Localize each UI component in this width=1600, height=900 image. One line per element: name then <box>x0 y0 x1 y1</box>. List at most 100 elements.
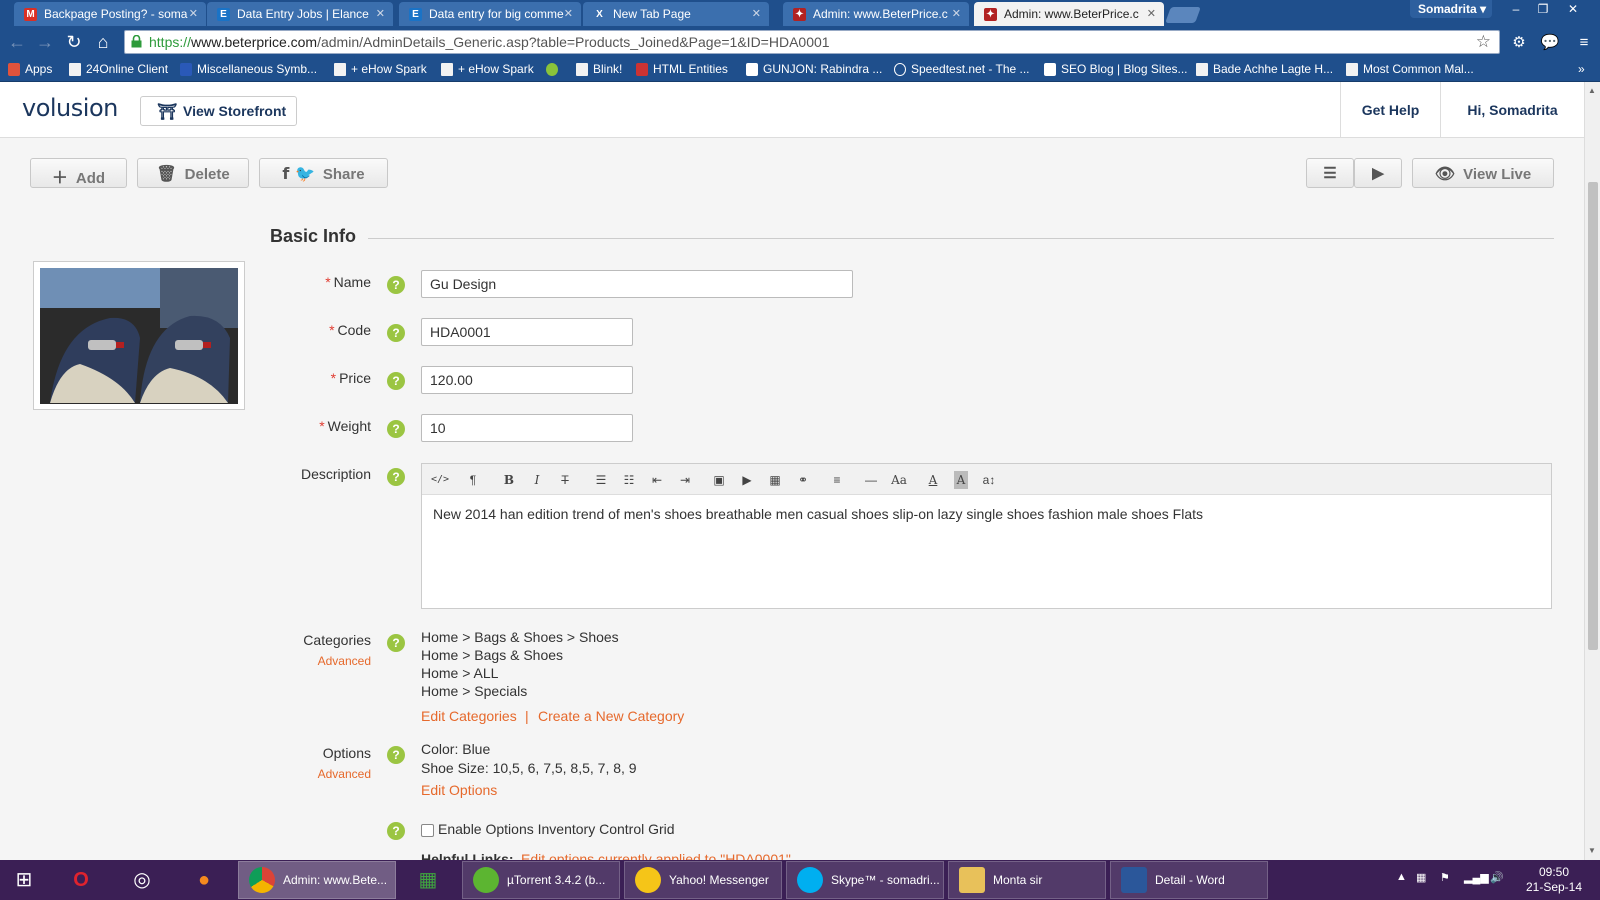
network-tray-icon[interactable]: ▦ <box>1416 871 1426 884</box>
horizontal-rule-icon[interactable]: — <box>861 471 881 489</box>
next-record-button[interactable]: ▶ <box>1354 158 1402 188</box>
signal-icon[interactable]: ▂▄▆ <box>1464 871 1489 884</box>
enable-inventory-grid-checkbox[interactable] <box>421 824 434 837</box>
video-icon[interactable]: ▶ <box>737 471 757 489</box>
share-button[interactable]: f 🐦 Share <box>259 158 388 188</box>
close-tab-icon[interactable]: ✕ <box>376 7 385 20</box>
code-input[interactable] <box>421 318 633 346</box>
image-icon[interactable]: ▣ <box>709 471 729 489</box>
bold-icon[interactable]: B <box>499 471 519 489</box>
bookmark-item[interactable]: Miscellaneous Symb... <box>180 62 317 76</box>
help-icon[interactable]: ? <box>387 468 405 486</box>
options-advanced-link[interactable]: Advanced <box>251 767 371 781</box>
browser-tab-active[interactable]: ✦ Admin: www.BeterPrice.c ✕ <box>974 2 1164 26</box>
page-scrollbar[interactable]: ▲ ▼ <box>1584 82 1600 860</box>
windows-start-icon[interactable]: ⊞ <box>2 864 46 896</box>
browser-tab[interactable]: X New Tab Page ✕ <box>583 2 769 26</box>
help-icon[interactable]: ? <box>387 324 405 342</box>
bookmark-item[interactable]: HTML Entities <box>636 62 728 76</box>
browser-tab[interactable]: E Data Entry Jobs | Elance ✕ <box>207 2 393 26</box>
align-icon[interactable]: ≡ <box>827 471 847 489</box>
profile-button[interactable]: Somadrita ▾ <box>1410 0 1492 18</box>
forward-icon[interactable]: → <box>34 31 56 53</box>
add-button[interactable]: ＋ Add <box>30 158 127 188</box>
internet-explorer-icon[interactable]: ◎ <box>120 864 164 896</box>
get-help-link[interactable]: Get Help <box>1340 82 1440 138</box>
italic-icon[interactable]: I <box>527 471 547 489</box>
help-icon[interactable]: ? <box>387 822 405 840</box>
help-icon[interactable]: ? <box>387 276 405 294</box>
taskbar-word[interactable]: Detail - Word <box>1110 861 1268 899</box>
numbered-list-icon[interactable]: ☷ <box>619 471 639 489</box>
delete-button[interactable]: 🗑 Delete <box>137 158 249 188</box>
price-input[interactable] <box>421 366 633 394</box>
font-size-icon[interactable]: Aa <box>889 471 909 489</box>
scroll-up-icon[interactable]: ▲ <box>1588 86 1596 95</box>
user-greeting-menu[interactable]: Hi, Somadrita <box>1440 82 1584 138</box>
action-center-flag-icon[interactable]: ⚑ <box>1440 871 1450 884</box>
bookmark-item[interactable]: + eHow Spark <box>441 62 534 76</box>
taskbar-chrome[interactable]: Admin: www.Bete... <box>238 861 396 899</box>
menu-icon[interactable]: ≡ <box>1574 33 1594 53</box>
taskbar-folder[interactable]: Monta sir <box>948 861 1106 899</box>
taskbar-yahoo-messenger[interactable]: Yahoo! Messenger <box>624 861 782 899</box>
help-icon[interactable]: ? <box>387 746 405 764</box>
system-clock[interactable]: 09:50 21-Sep-14 <box>1518 865 1590 895</box>
opera-icon[interactable]: O <box>59 864 103 896</box>
volume-icon[interactable]: 🔊 <box>1490 871 1504 884</box>
background-color-icon[interactable]: A <box>954 471 968 489</box>
scroll-down-icon[interactable]: ▼ <box>1588 846 1596 855</box>
bookmark-item[interactable]: Speedtest.net - The ... <box>894 62 1030 76</box>
volusion-logo[interactable]: volusion <box>22 94 118 122</box>
taskbar-utorrent[interactable]: µTorrent 3.4.2 (b... <box>462 861 620 899</box>
create-category-link[interactable]: Create a New Category <box>538 708 684 724</box>
browser-tab[interactable]: E Data entry for big comme ✕ <box>399 2 581 26</box>
help-icon[interactable]: ? <box>387 420 405 438</box>
paragraph-icon[interactable]: ¶ <box>463 471 483 489</box>
home-icon[interactable]: ⌂ <box>92 31 114 53</box>
name-input[interactable] <box>421 270 853 298</box>
help-icon[interactable]: ? <box>387 372 405 390</box>
extension-icon[interactable]: ⚙ <box>1509 33 1529 53</box>
outdent-icon[interactable]: ⇤ <box>647 471 667 489</box>
help-icon[interactable]: ? <box>387 634 405 652</box>
bullet-list-icon[interactable]: ☰ <box>591 471 611 489</box>
bookmark-item[interactable]: Most Common Mal... <box>1346 62 1474 76</box>
bookmark-item[interactable]: 24Online Client <box>69 62 168 76</box>
close-tab-icon[interactable]: ✕ <box>564 7 573 20</box>
close-tab-icon[interactable]: ✕ <box>952 7 961 20</box>
bookmark-item[interactable]: Blink! <box>576 62 622 76</box>
bookmark-item[interactable]: GUNJON: Rabindra ... <box>746 62 882 76</box>
font-color-icon[interactable]: A <box>923 471 943 489</box>
helpful-link[interactable]: Edit options currently applied to "HDA00… <box>521 851 791 860</box>
strikethrough-icon[interactable]: T <box>555 471 575 489</box>
close-tab-icon[interactable]: ✕ <box>752 7 761 20</box>
bookmark-item[interactable]: + eHow Spark <box>334 62 427 76</box>
table-icon[interactable]: ▦ <box>765 471 785 489</box>
browser-tab[interactable]: M Backpage Posting? - soma ✕ <box>14 2 206 26</box>
reload-icon[interactable]: ↻ <box>63 31 85 53</box>
close-tab-icon[interactable]: ✕ <box>189 7 198 20</box>
list-view-button[interactable]: ☰ <box>1306 158 1354 188</box>
description-editor[interactable]: </> ¶ B I T ☰ ☷ ⇤ ⇥ ▣ ▶ ▦ ⚭ ≡ — Aa A A a… <box>421 463 1552 609</box>
scrollbar-thumb[interactable] <box>1588 182 1598 650</box>
taskbar-skype[interactable]: Skype™ - somadri... <box>786 861 944 899</box>
view-live-button[interactable]: 👁 View Live <box>1412 158 1554 188</box>
close-tab-icon[interactable]: ✕ <box>1147 7 1156 20</box>
product-image[interactable] <box>33 261 245 410</box>
back-icon[interactable]: ← <box>6 31 28 53</box>
weight-input[interactable] <box>421 414 633 442</box>
description-text[interactable]: New 2014 han edition trend of men's shoe… <box>422 495 1551 533</box>
firefox-icon[interactable]: ● <box>182 864 226 896</box>
chat-extension-icon[interactable]: 💬 <box>1540 33 1560 53</box>
store-icon[interactable]: ▦ <box>406 864 450 896</box>
line-height-icon[interactable]: a↕ <box>979 471 999 489</box>
browser-tab[interactable]: ✦ Admin: www.BeterPrice.c ✕ <box>783 2 969 26</box>
close-window-icon[interactable]: ✕ <box>1560 0 1586 18</box>
html-source-icon[interactable]: </> <box>430 471 450 489</box>
bookmark-apps[interactable]: Apps <box>8 62 52 76</box>
edit-options-link[interactable]: Edit Options <box>421 782 497 798</box>
minimize-icon[interactable]: – <box>1503 0 1529 18</box>
show-hidden-icons[interactable]: ▲ <box>1396 871 1407 883</box>
bookmark-star-icon[interactable]: ☆ <box>1476 32 1491 52</box>
